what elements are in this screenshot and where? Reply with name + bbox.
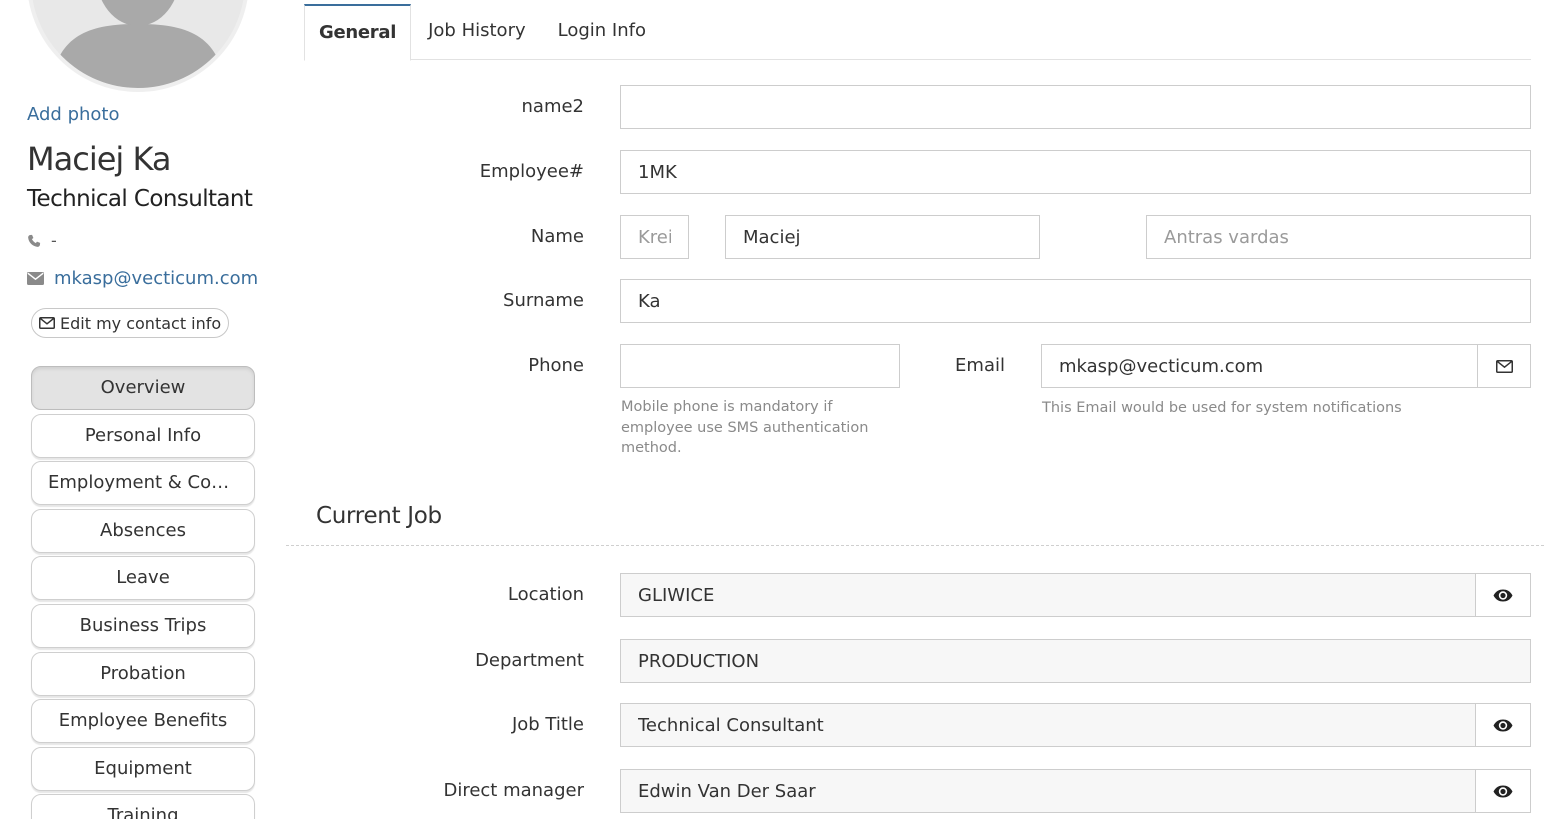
job-title-label: Job Title (511, 714, 584, 735)
nav-item-employment[interactable]: Employment & Com... (31, 461, 255, 506)
email-label: Email (955, 355, 1005, 376)
profile-tabs: General Job History Login Info (304, 4, 1531, 61)
second-name-input[interactable] (1146, 215, 1531, 259)
name-label: Name (530, 226, 584, 247)
nav-item-probation[interactable]: Probation (31, 651, 255, 696)
current-job-heading: Current Job (316, 503, 442, 529)
location-label: Location (507, 584, 584, 605)
envelope-outline-icon (39, 317, 55, 329)
envelope-icon (1495, 359, 1513, 373)
name-prefix-input[interactable] (620, 215, 689, 259)
phone-value: - (51, 231, 57, 250)
tab-general[interactable]: General (304, 4, 412, 61)
surname-input[interactable] (620, 279, 1531, 323)
name2-label: name2 (521, 96, 585, 117)
add-photo-link[interactable]: Add photo (27, 104, 120, 125)
tab-job-history[interactable]: Job History (411, 4, 541, 60)
nav-item-absences[interactable]: Absences (31, 508, 255, 553)
nav-item-business-trips[interactable]: Business Trips (31, 603, 255, 648)
envelope-icon (27, 272, 44, 285)
phone-help-text: Mobile phone is mandatory if employee us… (621, 399, 869, 456)
sidebar-nav: Overview Personal Info Employment & Com.… (31, 366, 255, 819)
direct-manager-label: Direct manager (443, 780, 584, 801)
phone-icon (28, 234, 41, 247)
email-help-text: This Email would be used for system noti… (1042, 400, 1402, 416)
nav-item-equipment[interactable]: Equipment (31, 746, 255, 791)
avatar (27, 0, 249, 92)
view-location-button[interactable] (1475, 573, 1531, 617)
user-job-title: Technical Consultant (27, 186, 253, 212)
user-name: Maciej Ka (27, 140, 171, 178)
section-divider (286, 545, 1544, 546)
edit-contact-info-label: Edit my contact info (60, 313, 222, 333)
eye-icon (1493, 589, 1513, 601)
eye-icon (1493, 785, 1513, 797)
nav-item-training[interactable]: Training (31, 794, 255, 819)
send-email-button[interactable] (1477, 344, 1531, 388)
department-label: Department (475, 650, 584, 671)
tab-login-info[interactable]: Login Info (541, 4, 661, 60)
view-job-title-button[interactable] (1475, 703, 1531, 747)
job-title-input[interactable] (620, 703, 1477, 747)
email-input[interactable] (1041, 344, 1478, 388)
name2-input[interactable] (620, 85, 1531, 129)
nav-item-personal-info[interactable]: Personal Info (31, 413, 255, 458)
employee-number-label: Employee# (479, 161, 584, 182)
location-input[interactable] (620, 573, 1477, 617)
nav-item-leave[interactable]: Leave (31, 556, 255, 601)
phone-label: Phone (528, 355, 584, 376)
edit-contact-info-button[interactable]: Edit my contact info (31, 308, 230, 338)
surname-label: Surname (503, 290, 584, 311)
phone-row: - (27, 231, 57, 250)
department-input[interactable] (620, 639, 1531, 683)
view-direct-manager-button[interactable] (1475, 769, 1531, 813)
direct-manager-input[interactable] (620, 769, 1477, 813)
nav-item-employee-benefits[interactable]: Employee Benefits (31, 699, 255, 744)
eye-icon (1493, 719, 1513, 731)
nav-item-overview[interactable]: Overview (31, 366, 255, 410)
phone-input[interactable] (620, 344, 900, 388)
first-name-input[interactable] (725, 215, 1040, 259)
email-row: mkasp@vecticum.com (27, 268, 258, 289)
employee-number-input[interactable] (620, 150, 1531, 194)
email-link[interactable]: mkasp@vecticum.com (54, 268, 258, 289)
